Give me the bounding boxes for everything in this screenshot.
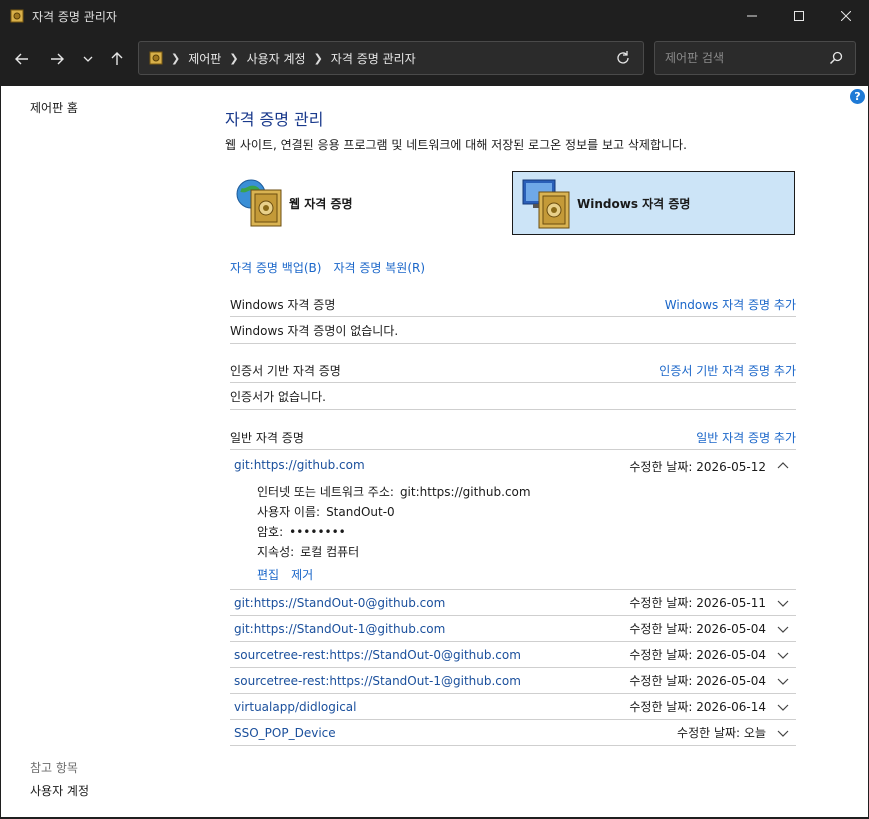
restore-credentials-link[interactable]: 자격 증명 복원(R) [333, 259, 425, 276]
credential-date: 수정한 날짜: 오늘 [677, 726, 766, 740]
recent-locations-button[interactable] [77, 48, 99, 70]
username-label: 사용자 이름: [257, 505, 321, 519]
minimize-icon [746, 15, 757, 17]
user-accounts-link[interactable]: 사용자 계정 [30, 782, 89, 799]
add-windows-credential-link[interactable]: Windows 자격 증명 추가 [665, 296, 796, 313]
chevron-down-icon[interactable] [776, 674, 790, 688]
address-value: git:https://github.com [399, 485, 531, 499]
windows-credentials-label: Windows 자격 증명 [577, 196, 691, 211]
chevron-down-icon[interactable] [776, 726, 790, 740]
detail-persistence: 지속성: 로컬 컴퓨터 [257, 543, 359, 560]
credential-name[interactable]: git:https://StandOut-0@github.com [234, 596, 445, 610]
window-title: 자격 증명 관리자 [32, 9, 117, 24]
search-icon[interactable] [829, 51, 843, 65]
up-button[interactable] [106, 48, 128, 70]
help-icon[interactable]: ? [850, 89, 865, 104]
certificate-credentials-empty: 인증서가 없습니다. [230, 384, 796, 410]
refresh-icon[interactable] [615, 50, 631, 66]
credential-name[interactable]: SSO_POP_Device [234, 726, 336, 740]
credential-name[interactable]: virtualapp/didlogical [234, 700, 356, 714]
add-certificate-credential-link[interactable]: 인증서 기반 자격 증명 추가 [659, 362, 796, 379]
chevron-down-icon[interactable] [776, 622, 790, 636]
credential-item[interactable]: sourcetree-rest:https://StandOut-0@githu… [230, 642, 796, 668]
credential-vault-icon [149, 51, 163, 65]
breadcrumb-separator-icon: ❯ [171, 51, 181, 65]
maximize-icon [793, 11, 804, 21]
credential-vault-icon [10, 9, 24, 23]
windows-credentials-empty: Windows 자격 증명이 없습니다. [230, 318, 796, 344]
maximize-button[interactable] [775, 0, 822, 32]
see-also-heading: 참고 항목 [30, 761, 78, 775]
breadcrumb-credential-manager[interactable]: 자격 증명 관리자 [331, 50, 416, 67]
windows-credentials-header: Windows 자격 증명 Windows 자격 증명 추가 [230, 293, 796, 317]
detail-username: 사용자 이름: StandOut-0 [257, 503, 395, 520]
content-area: 제어판 홈 참고 항목 사용자 계정 ? 자격 증명 관리 웹 사이트, 연결된… [1, 86, 868, 817]
arrow-left-icon [15, 53, 28, 65]
page-title: 자격 증명 관리 [225, 110, 324, 129]
section-title: 일반 자격 증명 [230, 431, 304, 445]
credential-item[interactable]: SSO_POP_Device 수정한 날짜: 오늘 [230, 720, 796, 746]
credential-name[interactable]: git:https://github.com [234, 458, 365, 472]
credential-name[interactable]: sourcetree-rest:https://StandOut-0@githu… [234, 648, 521, 662]
title-bar: 자격 증명 관리자 [0, 0, 869, 32]
back-button[interactable] [11, 48, 33, 70]
address-bar[interactable]: ❯ 제어판 ❯ 사용자 계정 ❯ 자격 증명 관리자 [138, 41, 644, 75]
close-button[interactable] [822, 0, 869, 32]
credential-item[interactable]: git:https://StandOut-0@github.com 수정한 날짜… [230, 590, 796, 616]
control-panel-home-link[interactable]: 제어판 홈 [30, 99, 78, 116]
detail-password: 암호: •••••••• [257, 523, 346, 540]
arrow-right-icon [51, 53, 64, 65]
web-credentials-label: 웹 자격 증명 [289, 196, 353, 211]
credential-item[interactable]: git:https://StandOut-1@github.com 수정한 날짜… [230, 616, 796, 642]
credential-date: 수정한 날짜: 2026-05-04 [629, 648, 766, 662]
credential-date: 수정한 날짜: 2026-06-14 [629, 700, 766, 714]
chevron-down-icon [83, 56, 93, 62]
credential-item[interactable]: sourcetree-rest:https://StandOut-1@githu… [230, 668, 796, 694]
credential-name[interactable]: git:https://StandOut-1@github.com [234, 622, 445, 636]
username-value: StandOut-0 [326, 505, 395, 519]
password-label: 암호: [257, 525, 284, 539]
edit-link[interactable]: 편집 [257, 566, 279, 583]
credential-date: 수정한 날짜: 2026-05-04 [629, 674, 766, 688]
breadcrumb-separator-icon: ❯ [229, 51, 239, 65]
chevron-down-icon[interactable] [776, 596, 790, 610]
credential-date: 수정한 날짜: 2026-05-12 [629, 460, 766, 474]
credential-item-expanded: git:https://github.com 수정한 날짜: 2026-05-1… [230, 454, 796, 590]
backup-credentials-link[interactable]: 자격 증명 백업(B) [230, 259, 321, 276]
left-navigation: 제어판 홈 참고 항목 사용자 계정 [1, 86, 201, 817]
section-title: 인증서 기반 자격 증명 [230, 364, 341, 378]
generic-credentials-header: 일반 자격 증명 일반 자격 증명 추가 [230, 426, 796, 450]
arrow-up-icon [111, 52, 123, 65]
credential-date: 수정한 날짜: 2026-05-04 [629, 622, 766, 636]
page-description: 웹 사이트, 연결된 응용 프로그램 및 네트워크에 대해 저장된 로그온 정보… [225, 138, 687, 152]
certificate-credentials-header: 인증서 기반 자격 증명 인증서 기반 자격 증명 추가 [230, 359, 796, 383]
credential-name[interactable]: sourcetree-rest:https://StandOut-1@githu… [234, 674, 521, 688]
detail-address: 인터넷 또는 네트워크 주소: git:https://github.com [257, 483, 531, 500]
persistence-label: 지속성: [257, 545, 295, 559]
search-box[interactable] [654, 41, 856, 75]
persistence-value: 로컬 컴퓨터 [300, 545, 360, 559]
close-icon [840, 11, 851, 21]
breadcrumb-user-accounts[interactable]: 사용자 계정 [247, 50, 306, 67]
add-generic-credential-link[interactable]: 일반 자격 증명 추가 [696, 429, 796, 446]
forward-button[interactable] [46, 48, 68, 70]
credential-date: 수정한 날짜: 2026-05-11 [629, 596, 766, 610]
windows-credential-icon [522, 179, 570, 229]
address-label: 인터넷 또는 네트워크 주소: [257, 485, 394, 499]
password-value: •••••••• [289, 525, 346, 539]
chevron-down-icon[interactable] [776, 700, 790, 714]
breadcrumb-control-panel[interactable]: 제어판 [188, 50, 221, 67]
chevron-up-icon[interactable] [776, 459, 790, 473]
chevron-down-icon[interactable] [776, 648, 790, 662]
minimize-button[interactable] [728, 0, 775, 32]
web-credential-icon [236, 179, 282, 227]
windows-credentials-tab[interactable]: Windows 자격 증명 [512, 171, 795, 235]
navigation-bar: ❯ 제어판 ❯ 사용자 계정 ❯ 자격 증명 관리자 [0, 32, 869, 86]
web-credentials-tab[interactable]: 웹 자격 증명 [233, 171, 483, 235]
search-input[interactable] [665, 50, 825, 66]
credential-item[interactable]: virtualapp/didlogical 수정한 날짜: 2026-06-14 [230, 694, 796, 720]
section-title: Windows 자격 증명 [230, 298, 336, 312]
remove-link[interactable]: 제거 [291, 566, 313, 583]
breadcrumb-separator-icon: ❯ [313, 51, 323, 65]
